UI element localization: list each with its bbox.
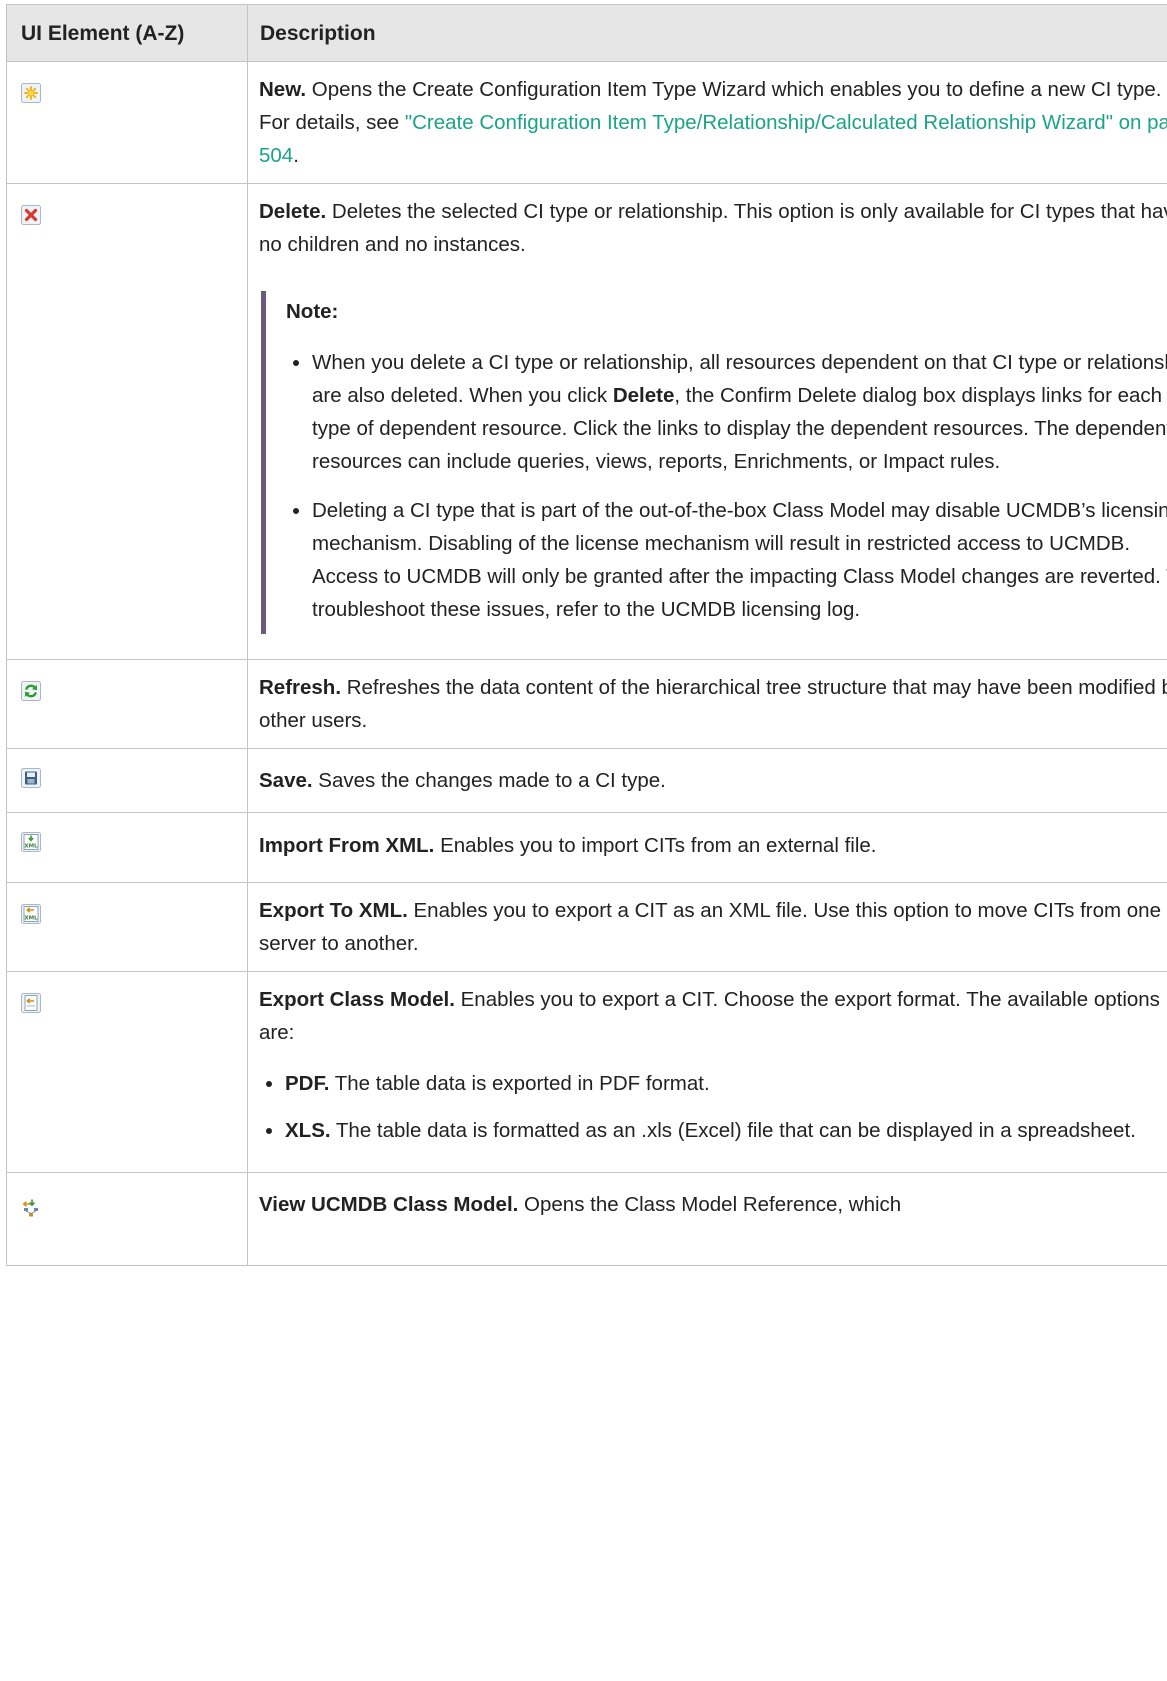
list-item: PDF. The table data is exported in PDF f… [259,1067,1167,1100]
row-term: Import From XML. [259,834,435,857]
view-class-model-icon [21,1198,41,1218]
table-row-import-xml: XML Import From XML. Enables you to impo… [6,812,1167,883]
note-list: When you delete a CI type or relationshi… [286,346,1167,626]
column-header-ui-element: UI Element (A-Z) [6,4,248,62]
row-description: Export Class Model. Enables you to expor… [259,988,1160,1044]
row-description: Save. Saves the changes made to a CI typ… [259,769,666,792]
row-description: View UCMDB Class Model. Opens the Class … [259,1193,902,1216]
column-header-description: Description [247,4,1167,62]
export-class-model-icon [21,993,41,1013]
list-item: XLS. The table data is formatted as an .… [259,1114,1167,1147]
export-format-list: PDF. The table data is exported in PDF f… [259,1067,1167,1147]
row-description: Delete. Deletes the selected CI type or … [259,200,1167,256]
note-title: Note: [286,300,339,323]
list-item: Deleting a CI type that is part of the o… [286,494,1167,626]
row-term: New. [259,78,307,101]
row-term: Save. [259,769,313,792]
delete-icon [21,205,41,225]
table-row-save: Save. Saves the changes made to a CI typ… [6,748,1167,813]
table-header-row: UI Element (A-Z) Description [6,4,1167,62]
table-row-new: New. Opens the Create Configuration Item… [6,61,1167,184]
refresh-icon [21,681,41,701]
row-description: Import From XML. Enables you to import C… [259,834,877,857]
document-page: UI Element (A-Z) Description New. Opens … [6,4,1167,1266]
save-icon [21,768,41,788]
row-term: Refresh. [259,676,342,699]
table-row-refresh: Refresh. Refreshes the data content of t… [6,659,1167,749]
row-description: New. Opens the Create Configuration Item… [259,73,1167,172]
import-xml-icon: XML [21,832,41,852]
row-term: Delete. [259,200,327,223]
svg-text:XML: XML [24,844,38,850]
new-icon [21,83,41,103]
svg-text:XML: XML [24,916,38,922]
row-description: Export To XML. Enables you to export a C… [259,899,1161,955]
table-row-view-class-model: View UCMDB Class Model. Opens the Class … [6,1172,1167,1266]
table-row-export-xml: XML Export To XML. Enables you to export… [6,882,1167,972]
ui-elements-table: UI Element (A-Z) Description New. Opens … [6,4,1167,1266]
table-row-delete: Delete. Deletes the selected CI type or … [6,183,1167,660]
row-description: Refresh. Refreshes the data content of t… [259,676,1167,732]
table-row-export-class-model: Export Class Model. Enables you to expor… [6,971,1167,1173]
list-item: When you delete a CI type or relationshi… [286,346,1167,478]
row-term: Export Class Model. [259,988,455,1011]
row-term: View UCMDB Class Model. [259,1193,519,1216]
row-term: Export To XML. [259,899,408,922]
export-xml-icon: XML [21,904,41,924]
note-box: Note: When you delete a CI type or relat… [261,291,1167,634]
